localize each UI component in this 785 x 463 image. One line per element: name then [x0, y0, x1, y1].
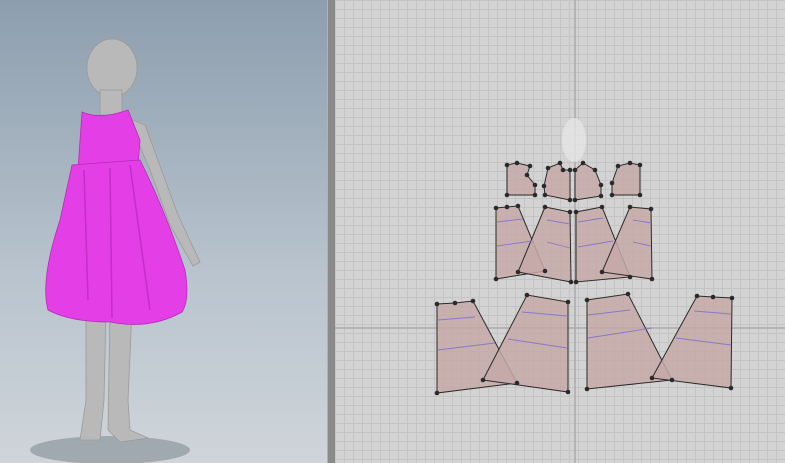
pattern-point[interactable] [573, 279, 579, 285]
pattern-point[interactable] [572, 167, 578, 173]
pattern-point[interactable] [572, 197, 578, 203]
pattern-point[interactable] [649, 276, 655, 282]
pattern-point[interactable] [573, 209, 579, 215]
pattern-point[interactable] [524, 292, 530, 298]
pattern-point[interactable] [452, 300, 458, 306]
pattern-point[interactable] [557, 160, 563, 166]
pattern-point[interactable] [565, 299, 571, 305]
pattern-point[interactable] [565, 389, 571, 395]
floor-shadow [30, 436, 190, 463]
pattern-point[interactable] [542, 268, 548, 274]
pattern-point[interactable] [627, 274, 633, 280]
pattern-point[interactable] [545, 165, 551, 171]
pattern-point[interactable] [493, 276, 499, 282]
pattern-point[interactable] [584, 297, 590, 303]
pattern-piece[interactable] [574, 162, 602, 201]
pattern-point[interactable] [568, 279, 574, 285]
pattern-piece[interactable] [611, 162, 641, 196]
pattern-point[interactable] [434, 301, 440, 307]
pattern-point[interactable] [515, 203, 521, 209]
pattern-point[interactable] [615, 163, 621, 169]
pattern-point[interactable] [480, 377, 486, 383]
3d-garment-view[interactable] [0, 0, 327, 463]
2d-pattern-view[interactable] [335, 0, 785, 463]
pattern-point[interactable] [532, 192, 538, 198]
pattern-point[interactable] [627, 160, 633, 166]
pattern-point[interactable] [567, 167, 573, 173]
pattern-canvas [335, 0, 785, 463]
pattern-point[interactable] [560, 167, 566, 173]
pattern-point[interactable] [567, 197, 573, 203]
pattern-point[interactable] [584, 386, 590, 392]
pattern-point[interactable] [532, 182, 538, 188]
pattern-point[interactable] [541, 183, 547, 189]
pattern-point[interactable] [514, 380, 520, 386]
pattern-point[interactable] [598, 193, 604, 199]
pattern-point[interactable] [625, 291, 631, 297]
pattern-point[interactable] [470, 298, 476, 304]
pattern-point[interactable] [598, 182, 604, 188]
pattern-point[interactable] [592, 167, 598, 173]
pattern-point[interactable] [599, 204, 605, 210]
pattern-point[interactable] [524, 172, 530, 178]
pattern-point[interactable] [580, 160, 586, 166]
app-window [0, 0, 785, 463]
pattern-point[interactable] [504, 192, 510, 198]
pattern-point[interactable] [599, 269, 605, 275]
avatar-render [30, 38, 201, 463]
pattern-point[interactable] [567, 209, 573, 215]
pattern-piece[interactable] [651, 295, 733, 389]
dress [45, 109, 188, 325]
pattern-point[interactable] [504, 204, 510, 210]
avatar-silhouette [562, 118, 586, 162]
pattern-point[interactable] [542, 204, 548, 210]
pattern-point[interactable] [649, 375, 655, 381]
pattern-point[interactable] [514, 160, 520, 166]
pattern-point[interactable] [515, 269, 521, 275]
pattern-point[interactable] [637, 192, 643, 198]
pattern-point[interactable] [627, 204, 633, 210]
pattern-point[interactable] [710, 294, 716, 300]
pattern-point[interactable] [434, 390, 440, 396]
pattern-point[interactable] [609, 192, 615, 198]
pattern-point[interactable] [527, 163, 533, 169]
pattern-point[interactable] [542, 192, 548, 198]
pattern-point[interactable] [609, 180, 615, 186]
pattern-point[interactable] [728, 385, 734, 391]
pattern-point[interactable] [694, 293, 700, 299]
pattern-point[interactable] [504, 162, 510, 168]
pattern-point[interactable] [493, 205, 499, 211]
pattern-point[interactable] [669, 377, 675, 383]
pattern-point[interactable] [648, 206, 654, 212]
pattern-point[interactable] [729, 295, 735, 301]
pattern-point[interactable] [637, 162, 643, 168]
